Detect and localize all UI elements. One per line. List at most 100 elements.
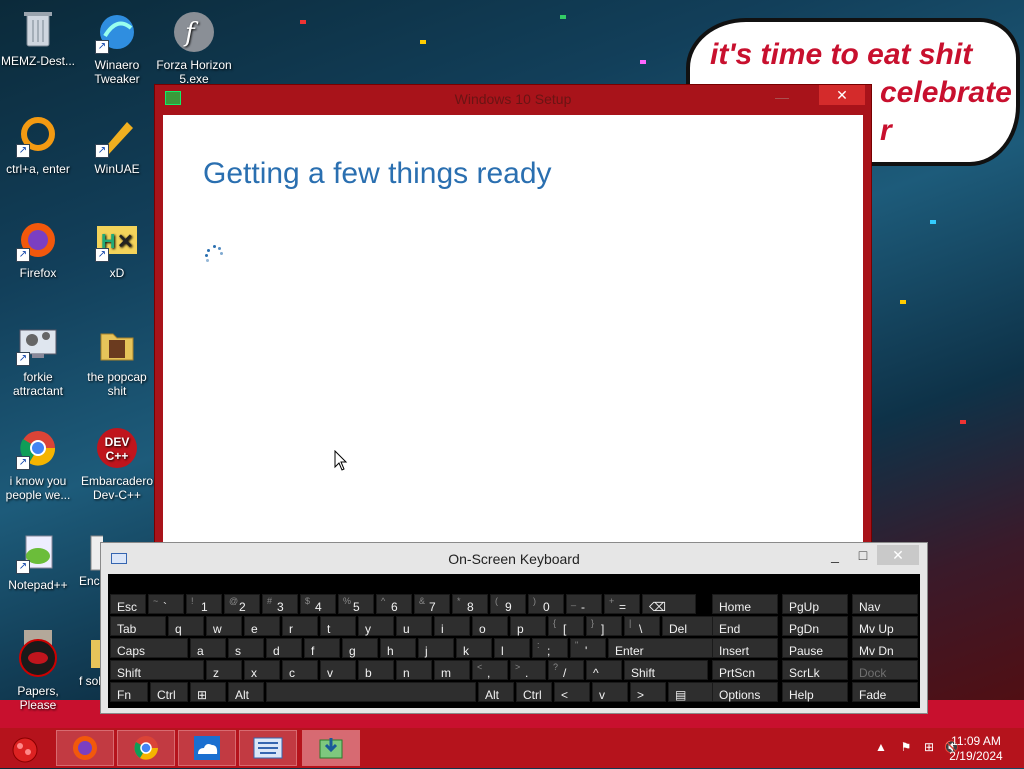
desktop-icon-winaero[interactable]: ↗ Winaero Tweaker — [79, 10, 155, 86]
osk-key[interactable]: n — [396, 660, 432, 680]
action-center-flag-icon[interactable]: ⚑ — [899, 740, 913, 754]
osk-key[interactable]: Ctrl — [516, 682, 552, 702]
osk-key[interactable]: s — [228, 638, 264, 658]
osk-key[interactable]: ^ 6 — [376, 594, 412, 614]
desktop-icon-recycle[interactable]: MEMZ-Dest... — [0, 6, 76, 68]
osk-nav-key[interactable]: End — [712, 616, 778, 636]
desktop-icon-firefox[interactable]: ↗ Firefox — [0, 218, 76, 280]
on-screen-keyboard[interactable]: On-Screen Keyboard _ □ ✕ Esc ~ `! 1 @2 #3 $4% 5… — [100, 542, 928, 714]
osk-nav-key[interactable]: PrtScn — [712, 660, 778, 680]
osk-key[interactable]: h — [380, 638, 416, 658]
osk-key[interactable]: ! 1 — [186, 594, 222, 614]
osk-key[interactable]: m — [434, 660, 470, 680]
taskbar-chrome[interactable] — [117, 730, 175, 766]
osk-key[interactable]: t — [320, 616, 356, 636]
osk-key[interactable]: ^ — [586, 660, 622, 680]
setup-window[interactable]: Windows 10 Setup — ✕ Getting a few thing… — [154, 84, 872, 556]
osk-key[interactable]: w — [206, 616, 242, 636]
osk-key[interactable]: & 7 — [414, 594, 450, 614]
osk-key[interactable]: a — [190, 638, 226, 658]
osk-key[interactable]: q — [168, 616, 204, 636]
osk-key[interactable]: Del — [662, 616, 714, 636]
network-icon[interactable]: ⊞ — [922, 740, 936, 754]
osk-key[interactable]: p — [510, 616, 546, 636]
osk-nav-key[interactable]: PgUp — [782, 594, 848, 614]
osk-key[interactable]: ~ ` — [148, 594, 184, 614]
osk-key[interactable]: c — [282, 660, 318, 680]
osk-key[interactable]: _ - — [566, 594, 602, 614]
osk-maximize-button[interactable]: □ — [851, 547, 875, 563]
osk-key[interactable]: u — [396, 616, 432, 636]
osk-nav-key[interactable]: ScrLk — [782, 660, 848, 680]
taskbar-setup[interactable] — [302, 730, 360, 766]
osk-nav-key[interactable]: Help — [782, 682, 848, 702]
osk-key[interactable]: v — [592, 682, 628, 702]
osk-key[interactable]: g — [342, 638, 378, 658]
osk-key[interactable]: ⌫ — [642, 594, 696, 614]
osk-key[interactable]: v — [320, 660, 356, 680]
taskbar-clock[interactable]: 11:09 AM 2/19/2024 — [946, 734, 1006, 764]
osk-nav-key[interactable]: Pause — [782, 638, 848, 658]
osk-key[interactable]: @2 — [224, 594, 260, 614]
osk-nav-key[interactable]: PgDn — [782, 616, 848, 636]
osk-key[interactable]: Esc — [110, 594, 146, 614]
osk-key[interactable]: {[ — [548, 616, 584, 636]
osk-nav-key[interactable]: Fade — [852, 682, 918, 702]
osk-key[interactable]: (9 — [490, 594, 526, 614]
osk-key[interactable]: $4 — [300, 594, 336, 614]
osk-key[interactable] — [266, 682, 476, 702]
osk-key[interactable]: * 8 — [452, 594, 488, 614]
desktop-icon-chrome[interactable]: ↗ i know you people we... — [0, 426, 76, 502]
osk-nav-key[interactable]: Dock — [852, 660, 918, 680]
osk-key[interactable]: Shift — [624, 660, 708, 680]
osk-key[interactable]: b — [358, 660, 394, 680]
osk-key[interactable]: " ' — [570, 638, 606, 658]
osk-key[interactable]: | \ — [624, 616, 660, 636]
osk-key[interactable]: f — [304, 638, 340, 658]
osk-nav-key[interactable]: Mv Dn — [852, 638, 918, 658]
desktop-icon-notepadpp[interactable]: ↗ Notepad++ — [0, 530, 76, 592]
osk-key[interactable]: ) 0 — [528, 594, 564, 614]
desktop-icon-ctrl-a[interactable]: ↗ ctrl+a, enter — [0, 114, 76, 176]
taskbar-firefox[interactable] — [56, 730, 114, 766]
osk-nav-key[interactable]: Nav — [852, 594, 918, 614]
osk-key[interactable]: x — [244, 660, 280, 680]
osk-key[interactable]: k — [456, 638, 492, 658]
osk-key[interactable]: Shift — [110, 660, 204, 680]
osk-key[interactable]: + = — [604, 594, 640, 614]
osk-nav-key[interactable]: Insert — [712, 638, 778, 658]
taskbar-onedrive[interactable] — [178, 730, 236, 766]
osk-key[interactable]: Fn — [110, 682, 148, 702]
osk-key[interactable]: ⊞ — [190, 682, 226, 702]
osk-key[interactable]: y — [358, 616, 394, 636]
osk-key[interactable]: ▤ — [668, 682, 716, 702]
setup-titlebar[interactable]: Windows 10 Setup — ✕ — [155, 85, 871, 113]
osk-key[interactable]: }] — [586, 616, 622, 636]
osk-key[interactable]: Tab — [110, 616, 166, 636]
osk-key[interactable]: d — [266, 638, 302, 658]
osk-key[interactable]: i — [434, 616, 470, 636]
osk-key[interactable]: % 5 — [338, 594, 374, 614]
osk-nav-key[interactable]: Home — [712, 594, 778, 614]
osk-key[interactable]: e — [244, 616, 280, 636]
desktop-icon-winuae[interactable]: ↗ WinUAE — [79, 114, 155, 176]
desktop-icon-devcpp[interactable]: DEV C++ Embarcadero Dev-C++ — [79, 426, 155, 502]
osk-key[interactable]: :; — [532, 638, 568, 658]
tray-overflow-icon[interactable]: ▲ — [874, 740, 888, 754]
osk-titlebar[interactable]: On-Screen Keyboard _ □ ✕ — [101, 543, 927, 573]
osk-key[interactable]: Ctrl — [150, 682, 188, 702]
osk-key[interactable]: Alt — [478, 682, 514, 702]
osk-key[interactable]: ? / — [548, 660, 584, 680]
osk-key[interactable]: < — [554, 682, 590, 702]
setup-minimize-button[interactable]: — — [773, 89, 791, 107]
desktop-icon-popcap[interactable]: the popcap shit — [79, 322, 155, 398]
osk-key[interactable]: j — [418, 638, 454, 658]
osk-key[interactable]: Enter — [608, 638, 714, 658]
osk-minimize-button[interactable]: _ — [823, 547, 847, 563]
osk-key[interactable]: >. — [510, 660, 546, 680]
desktop-icon-xd[interactable]: H ✕ ↗ xD — [79, 218, 155, 280]
setup-close-button[interactable]: ✕ — [819, 85, 865, 105]
osk-key[interactable]: z — [206, 660, 242, 680]
osk-key[interactable]: > — [630, 682, 666, 702]
osk-close-button[interactable]: ✕ — [877, 545, 919, 565]
